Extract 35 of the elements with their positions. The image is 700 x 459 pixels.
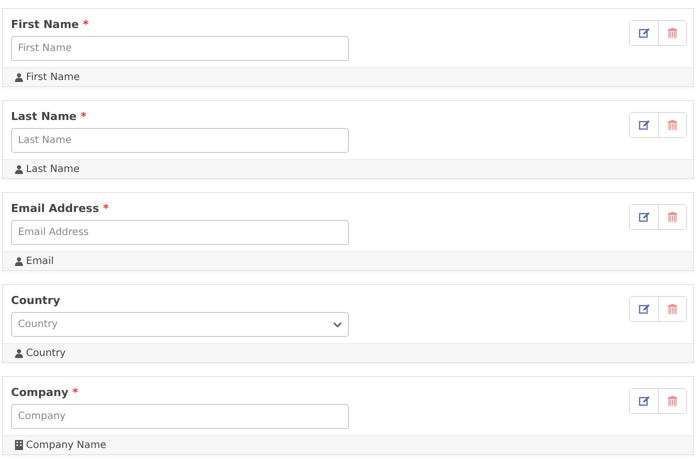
field-label: First Name bbox=[11, 18, 79, 31]
input-field[interactable]: First Name bbox=[11, 36, 349, 61]
footer-text: Email bbox=[26, 256, 54, 266]
footer-text: First Name bbox=[26, 72, 80, 82]
edit-icon bbox=[638, 120, 650, 130]
footer-text: Company Name bbox=[26, 440, 106, 450]
trash-icon bbox=[668, 304, 677, 314]
field-label: Email Address bbox=[11, 202, 100, 215]
field-label: Last Name bbox=[11, 110, 77, 123]
required-mark: * bbox=[82, 18, 89, 31]
trash-icon bbox=[668, 396, 677, 406]
chevron-icon bbox=[333, 322, 342, 328]
footer-text: Country bbox=[26, 348, 66, 358]
user-icon bbox=[15, 256, 23, 266]
field-label: Company bbox=[11, 386, 68, 399]
building-icon bbox=[15, 440, 23, 450]
user-icon bbox=[15, 348, 23, 358]
user-icon bbox=[15, 72, 23, 82]
input-field[interactable]: Email Address bbox=[11, 220, 349, 245]
trash-icon bbox=[668, 212, 677, 222]
required-mark: * bbox=[72, 386, 78, 399]
footer-text: Last Name bbox=[26, 164, 80, 174]
edit-icon bbox=[638, 396, 650, 406]
trash-icon bbox=[668, 28, 677, 38]
trash-icon bbox=[668, 120, 677, 130]
input-field[interactable]: Last Name bbox=[11, 128, 349, 153]
edit-icon bbox=[638, 28, 650, 38]
user-icon bbox=[15, 164, 23, 174]
field-label: Country bbox=[11, 294, 60, 307]
select-field[interactable]: Country bbox=[11, 312, 349, 337]
required-mark: * bbox=[103, 202, 109, 215]
edit-icon bbox=[638, 304, 650, 314]
required-mark: * bbox=[80, 110, 86, 123]
input-field[interactable]: Company bbox=[11, 404, 349, 429]
edit-icon bbox=[638, 212, 650, 222]
